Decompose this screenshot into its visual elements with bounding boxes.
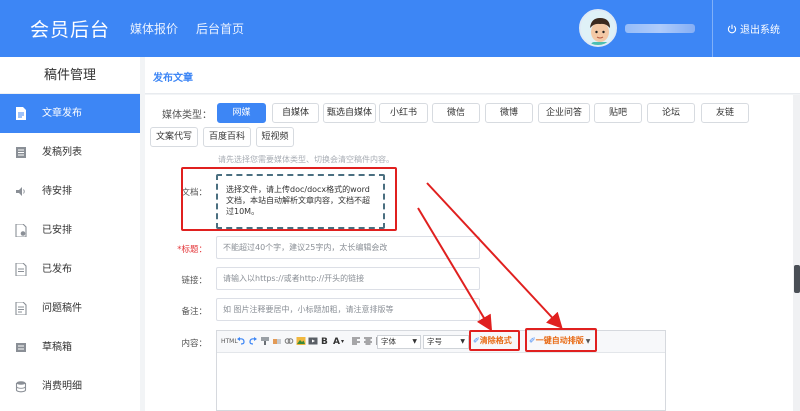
format-brush-icon[interactable] xyxy=(260,336,270,346)
font-size-value: 字号 xyxy=(427,337,442,346)
align-left-icon[interactable] xyxy=(351,336,361,346)
media-chip-tieba[interactable]: 贴吧 xyxy=(594,103,642,123)
media-chip-enterprise-qa[interactable]: 企业问答 xyxy=(538,103,590,123)
chevron-down-icon: ▼ xyxy=(460,338,465,345)
font-color-caret[interactable]: ▾ xyxy=(341,336,344,348)
sidebar-item-pending[interactable]: 待安排 xyxy=(0,172,140,211)
media-chip-web[interactable]: 网媒 xyxy=(217,103,266,123)
media-chip-selected-self-media[interactable]: 甄选自媒体 xyxy=(323,103,376,123)
eraser-icon[interactable] xyxy=(272,336,282,346)
image-icon[interactable] xyxy=(296,336,306,346)
sidebar-item-label: 草稿箱 xyxy=(42,342,72,353)
link-icon[interactable] xyxy=(284,336,294,346)
annotation-box-upload xyxy=(181,167,397,231)
username-blurred xyxy=(625,24,695,33)
sidebar-item-spending[interactable]: 消费明细 xyxy=(0,367,140,406)
font-family-select[interactable]: 字体 ▼ xyxy=(377,335,421,349)
brand-title[interactable]: 会员后台 xyxy=(30,15,110,42)
content-header: 发布文章 xyxy=(145,57,800,94)
annotation-box-auto-format xyxy=(525,328,597,352)
sidebar-item-label: 发稿列表 xyxy=(42,147,82,158)
top-bar: 会员后台 媒体报价 后台首页 退出系统 xyxy=(0,0,800,57)
doc-problem-icon xyxy=(15,302,27,315)
avatar-image xyxy=(581,11,615,45)
page-scrollbar-thumb[interactable] xyxy=(794,265,800,293)
media-chip-baidu-baike[interactable]: 百度百科 xyxy=(203,127,251,147)
remark-label: 备注： xyxy=(181,307,207,317)
document-icon xyxy=(16,107,26,120)
undo-icon[interactable] xyxy=(236,336,246,346)
list-icon xyxy=(16,147,26,158)
sidebar-item-label: 待安排 xyxy=(42,186,72,197)
media-chip-self-media[interactable]: 自媒体 xyxy=(272,103,319,123)
sidebar-item-label: 已发布 xyxy=(42,264,72,275)
check-doc-icon xyxy=(15,224,27,237)
sidebar-title: 稿件管理 xyxy=(0,57,140,94)
nav-media-pricing[interactable]: 媒体报价 xyxy=(130,20,178,37)
title-input[interactable]: 不能超过40个字，建议25字内，太长编辑会改 xyxy=(216,236,480,259)
chevron-down-icon: ▼ xyxy=(412,338,417,345)
logout-label: 退出系统 xyxy=(740,25,780,36)
editor-toolbar: HTML B A ▾ 字体 ▼ 字号 ▼ ✐清除格式 ✐一键自动排版 ▼ xyxy=(217,331,665,353)
logout-button[interactable]: 退出系统 xyxy=(727,21,780,36)
font-size-select[interactable]: 字号 ▼ xyxy=(423,335,469,349)
redo-icon[interactable] xyxy=(248,336,258,346)
media-chip-copywriting[interactable]: 文案代写 xyxy=(150,127,198,147)
power-icon xyxy=(727,24,737,33)
avatar[interactable] xyxy=(579,9,617,47)
sidebar-item-label: 文章发布 xyxy=(42,108,82,119)
top-divider xyxy=(712,0,713,57)
media-chip-friend-link[interactable]: 友链 xyxy=(701,103,749,123)
sidebar-item-problem[interactable]: 问题稿件 xyxy=(0,289,140,328)
font-family-value: 字体 xyxy=(381,337,396,346)
sidebar-item-label: 已安排 xyxy=(42,225,72,236)
sidebar-item-drafts[interactable]: 草稿箱 xyxy=(0,328,140,367)
link-label: 链接： xyxy=(181,276,207,286)
sidebar-item-arranged[interactable]: 已安排 xyxy=(0,211,140,250)
media-chip-forum[interactable]: 论坛 xyxy=(647,103,695,123)
sidebar-item-label: 问题稿件 xyxy=(42,303,82,314)
sidebar-item-label: 消费明细 xyxy=(42,381,82,392)
link-input[interactable]: 请输入以https://或者http://开头的链接 xyxy=(216,267,480,290)
sidebar: 稿件管理 文章发布 发稿列表 待安排 已安排 已发布 问题稿件 草稿箱 消费明细 xyxy=(0,57,140,411)
page-title: 发布文章 xyxy=(153,73,193,84)
media-chip-short-video[interactable]: 短视频 xyxy=(256,127,294,147)
draft-icon xyxy=(16,343,26,352)
page-scrollbar-track[interactable] xyxy=(793,95,800,411)
sidebar-item-published[interactable]: 已发布 xyxy=(0,250,140,289)
bold-button[interactable]: B xyxy=(321,336,328,348)
video-icon[interactable] xyxy=(308,336,318,346)
media-chip-wechat[interactable]: 微信 xyxy=(432,103,480,123)
media-type-hint: 请先选择您需要媒体类型、切换会清空稿件内容。 xyxy=(218,155,394,164)
content-label: 内容： xyxy=(181,339,207,349)
sidebar-item-submission-list[interactable]: 发稿列表 xyxy=(0,133,140,172)
sidebar-item-publish-article[interactable]: 文章发布 xyxy=(0,94,140,133)
title-label: *标题： xyxy=(177,245,207,255)
speaker-icon xyxy=(16,187,25,196)
font-color-button[interactable]: A xyxy=(333,336,340,348)
doc-published-icon xyxy=(15,263,27,276)
align-center-icon[interactable] xyxy=(363,336,373,346)
media-chip-xiaohongshu[interactable]: 小红书 xyxy=(379,103,428,123)
rich-text-editor[interactable]: HTML B A ▾ 字体 ▼ 字号 ▼ ✐清除格式 ✐一键自动排版 ▼ xyxy=(216,330,666,411)
media-chip-weibo[interactable]: 微博 xyxy=(485,103,533,123)
media-type-label: 媒体类型： xyxy=(162,110,212,121)
remark-input[interactable]: 如 图片注释要居中，小标题加粗，请注意排版等 xyxy=(216,298,480,321)
nav-dashboard-home[interactable]: 后台首页 xyxy=(196,20,244,37)
coins-icon xyxy=(15,381,27,393)
annotation-box-clear-format xyxy=(469,330,520,351)
